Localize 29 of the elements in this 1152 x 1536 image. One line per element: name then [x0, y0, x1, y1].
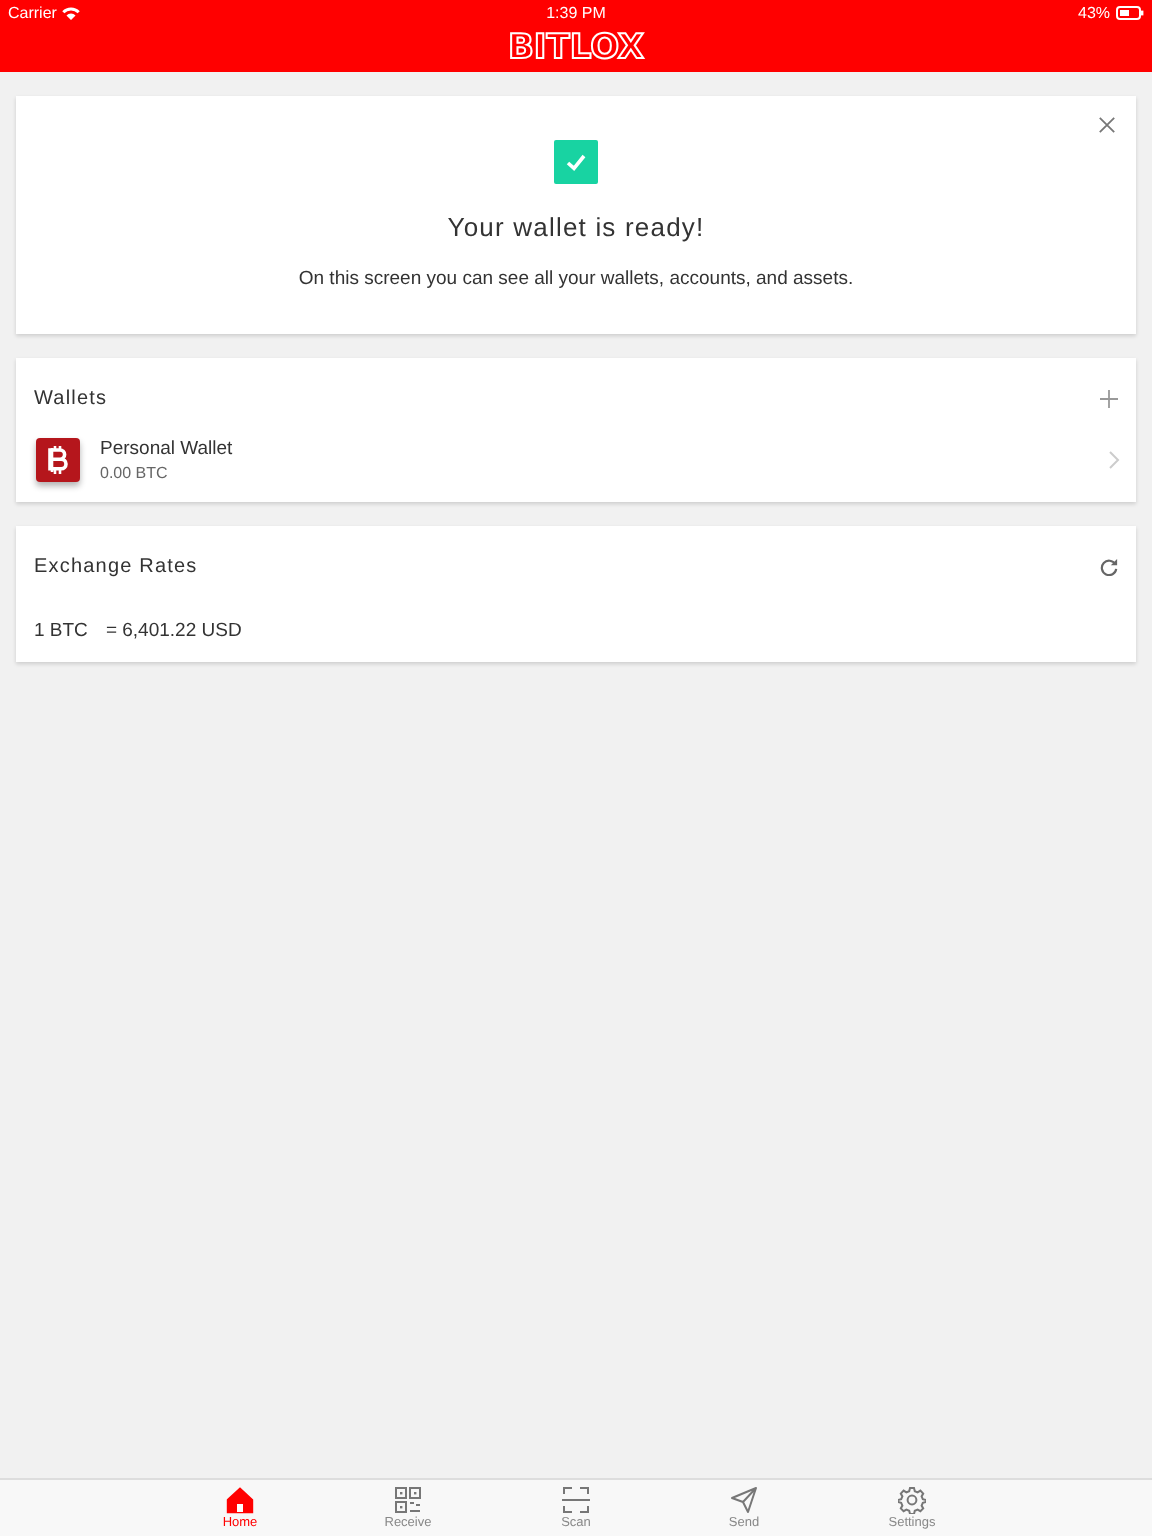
close-icon — [1098, 116, 1116, 134]
rate-value: = 6,401.22 USD — [105, 620, 242, 642]
ready-message: On this screen you can see all your wallets, accounts, and assets. — [298, 268, 854, 290]
battery-percent: 43% — [1078, 3, 1111, 21]
section-title: Wallets — [34, 387, 108, 409]
chevron-right-icon — [1108, 450, 1120, 470]
wallet-name: Personal Wallet — [100, 438, 235, 460]
bitcoin-icon — [36, 438, 80, 482]
status-time: 1:39 PM — [546, 3, 606, 21]
settings-icon — [898, 1486, 926, 1514]
section-title: Exchange Rates — [34, 555, 198, 577]
wallet-balance: 0.00 BTC — [100, 464, 170, 482]
close-button[interactable] — [1094, 112, 1120, 138]
app-logo: BITLOX — [507, 28, 645, 68]
refresh-icon — [1100, 557, 1118, 575]
refresh-button[interactable] — [1100, 557, 1118, 575]
battery-icon — [1116, 5, 1145, 19]
add-button[interactable] — [1100, 389, 1118, 407]
paper-plane-icon — [730, 1486, 758, 1514]
scan-frame-icon — [562, 1486, 590, 1514]
home-icon — [226, 1486, 254, 1514]
wallet-item[interactable]: Personal Wallet 0.00 BTC — [16, 418, 1136, 502]
plus-icon — [1100, 389, 1118, 407]
checkmark-icon — [554, 140, 598, 184]
ready-title: Your wallet is ready! — [447, 212, 705, 242]
carrier-name: Carrier — [8, 3, 57, 21]
wifi-icon — [62, 5, 81, 19]
qr-code-icon — [394, 1486, 422, 1514]
rate-unit: 1 BTC — [34, 620, 88, 642]
